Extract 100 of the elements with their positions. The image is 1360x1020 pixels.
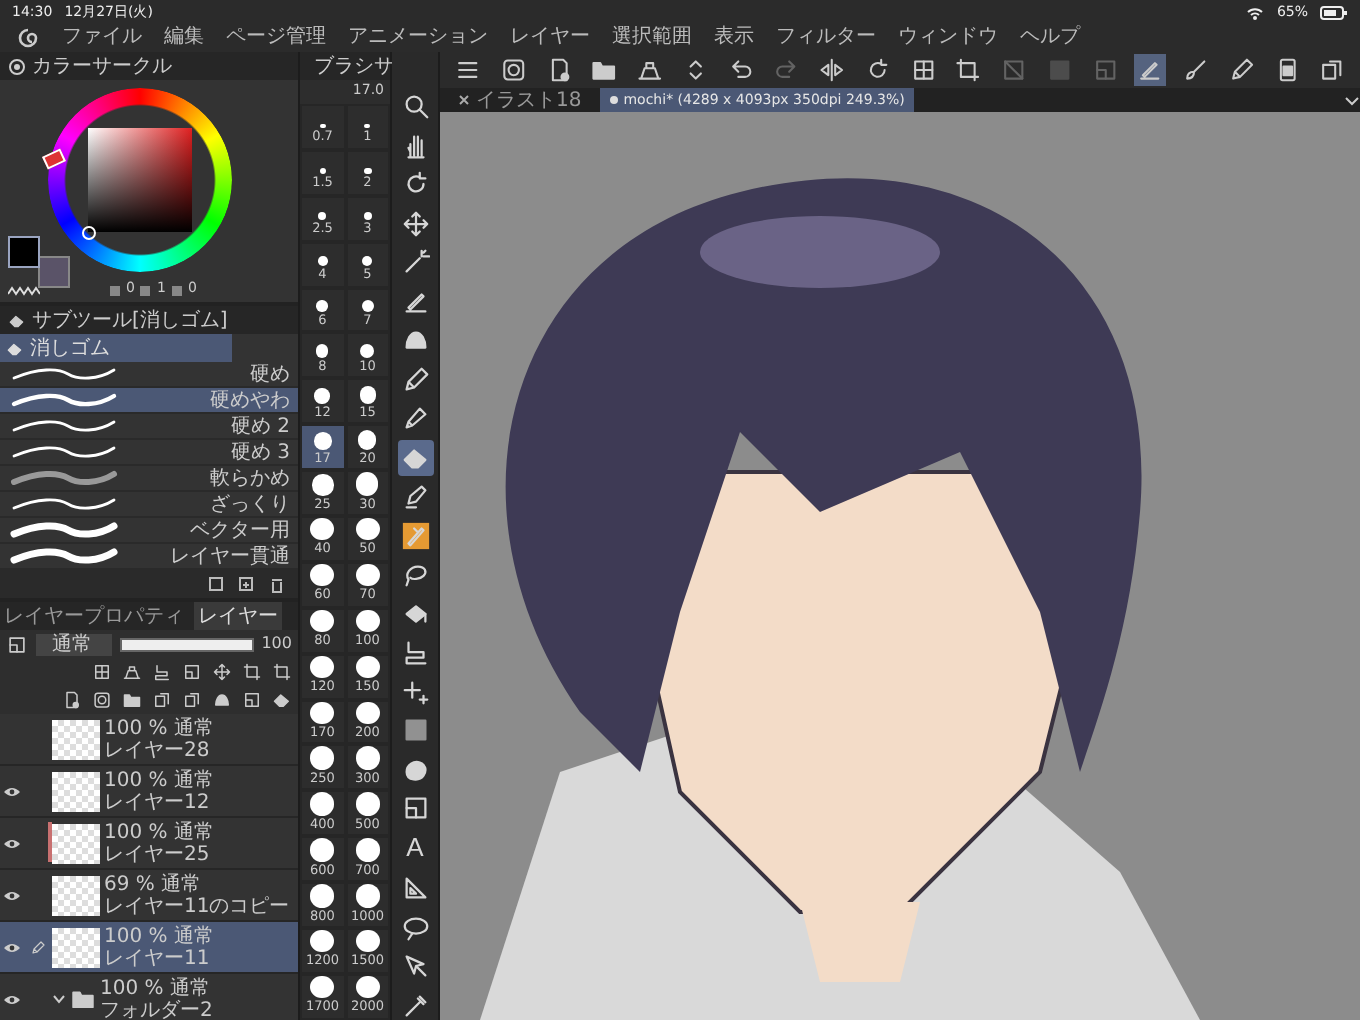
opacity-slider[interactable]	[120, 637, 254, 651]
brush-dot-icon	[356, 472, 379, 496]
brush-dot-icon	[361, 299, 374, 312]
eye-icon[interactable]	[2, 837, 22, 849]
menu-item[interactable]: ウィンドウ	[898, 28, 998, 48]
crop-icon[interactable]	[242, 662, 262, 682]
panel-tab[interactable]: レイヤー	[194, 602, 282, 630]
collapse-chevron-icon[interactable]	[1344, 95, 1360, 105]
saturation-square[interactable]	[88, 128, 192, 232]
grid-icon[interactable]	[92, 662, 112, 682]
eye-icon[interactable]	[2, 889, 22, 901]
brush-dot-icon	[318, 212, 327, 221]
brush-dot-icon	[364, 123, 371, 129]
brush-dot-icon	[316, 300, 329, 312]
eye-icon[interactable]	[2, 785, 22, 797]
brush-dot-icon	[355, 746, 380, 770]
menu-item[interactable]: ヘルプ	[1020, 28, 1080, 48]
crop-icon[interactable]	[952, 54, 984, 86]
brush-dot-icon	[363, 167, 372, 175]
brush-dot-icon	[355, 930, 380, 953]
folder-icon[interactable]	[122, 690, 142, 710]
frame-icon[interactable]	[242, 690, 262, 710]
menu-item[interactable]: ファイル	[62, 28, 142, 48]
tray-icon[interactable]	[122, 662, 142, 682]
stamp-icon[interactable]	[152, 662, 172, 682]
layer-name: レイヤー11	[104, 947, 212, 969]
transparent-swatch-icon[interactable]	[8, 286, 40, 296]
brush-dot-icon	[310, 884, 335, 908]
eraser-icon[interactable]	[397, 439, 433, 475]
layer-info: 100 % 通常	[100, 977, 212, 999]
brush-dot-icon	[310, 609, 335, 633]
layer-name: レイヤー28	[104, 739, 212, 761]
brush-dot-icon	[359, 386, 376, 404]
brush-dot-icon	[316, 344, 329, 358]
sub-color-swatch[interactable]	[38, 256, 70, 288]
subtool-item[interactable]: 硬め 2	[0, 414, 298, 440]
subtool-item[interactable]: ベクター用	[0, 518, 298, 544]
wifi-icon	[1246, 5, 1265, 19]
app-icon[interactable]	[92, 690, 112, 710]
brush-dot-icon	[319, 123, 326, 129]
subtool-item[interactable]: 硬めやわ	[0, 388, 298, 414]
layer-row[interactable]: 100 % 通常 レイヤー12	[0, 766, 298, 818]
layer-name: レイヤー12	[104, 791, 212, 813]
frame-icon[interactable]	[182, 662, 202, 682]
eye-icon[interactable]	[2, 941, 22, 953]
menu-item[interactable]: 選択範囲	[612, 28, 692, 48]
battery-icon	[1320, 5, 1348, 19]
panel-title: ブラシサ	[314, 55, 394, 77]
stroke-preview-icon	[8, 416, 120, 436]
swirl-logo-icon[interactable]	[16, 26, 40, 50]
brush-dot-icon	[310, 930, 335, 953]
brush-dot-icon	[355, 518, 380, 541]
value-icon	[140, 285, 151, 296]
move-icon[interactable]	[212, 662, 232, 682]
color-marker[interactable]	[82, 226, 96, 240]
menu-item[interactable]: 表示	[714, 28, 754, 48]
blend-mode-dropdown[interactable]: 通常	[36, 633, 112, 655]
layer-info: 100 % 通常	[104, 717, 214, 739]
brush-dot-icon	[360, 343, 375, 358]
panel-tab[interactable]: レイヤープロパティ	[0, 602, 188, 630]
crop-icon[interactable]	[272, 662, 292, 682]
eraser-icon[interactable]	[272, 690, 292, 710]
copy-icon[interactable]	[208, 575, 226, 593]
layer-row[interactable]: 100 % 通常 フォルダー2	[0, 974, 298, 1020]
new-file-icon[interactable]	[62, 690, 82, 710]
menu-item[interactable]: 編集	[164, 28, 204, 48]
brush-icon[interactable]	[397, 517, 433, 553]
menu-item[interactable]: ページ管理	[226, 28, 326, 48]
document-tab[interactable]: イラスト18	[448, 88, 592, 112]
add-icon[interactable]	[238, 575, 256, 593]
menu-item[interactable]: アニメーション	[348, 28, 488, 48]
layer-row[interactable]: 100 % 通常 レイヤー25	[0, 818, 298, 870]
ink-blob-icon[interactable]	[212, 690, 232, 710]
panel-title: カラーサークル	[32, 55, 172, 77]
folder-icon	[70, 986, 96, 1012]
main-color-swatch[interactable]	[8, 236, 40, 268]
transfer-icon[interactable]	[152, 690, 172, 710]
transfer-icon[interactable]	[182, 690, 202, 710]
brush-dot-icon	[355, 792, 380, 816]
panel-title: サブツール[消しゴム]	[32, 309, 228, 331]
layer-row[interactable]: 100 % 通常 レイヤー11	[0, 922, 298, 974]
layer-row[interactable]: 100 % 通常 レイヤー28	[0, 714, 298, 766]
opacity-value: 100	[261, 635, 292, 653]
frame-icon[interactable]	[6, 633, 28, 655]
subtool-item[interactable]: ざっくり	[0, 492, 298, 518]
subtool-group-tab[interactable]: 消しゴム	[0, 334, 232, 362]
close-icon[interactable]	[458, 94, 470, 106]
app-icon[interactable]	[497, 54, 529, 86]
flip-icon[interactable]	[816, 54, 848, 86]
menu-item[interactable]: レイヤー	[510, 28, 590, 48]
subtool-item[interactable]: 硬め 3	[0, 440, 298, 466]
brush-dot-icon	[362, 255, 373, 267]
text-tool[interactable]: A	[403, 829, 427, 867]
brush-dot-icon	[310, 792, 335, 816]
menu-item[interactable]: フィルター	[776, 28, 876, 48]
stroke-preview-icon	[8, 546, 120, 566]
expand-caret-icon[interactable]	[52, 994, 66, 1004]
subtool-item[interactable]: 軟らかめ	[0, 466, 298, 492]
trash-icon[interactable]	[268, 575, 286, 593]
eye-icon[interactable]	[2, 993, 22, 1005]
